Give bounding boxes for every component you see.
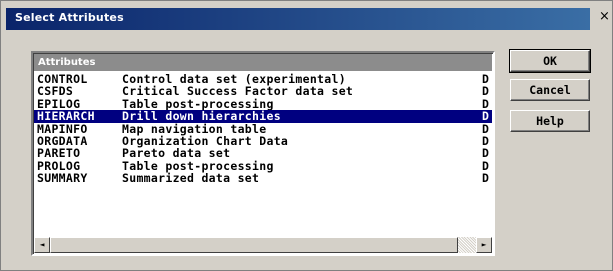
select-attributes-dialog: Select Attributes × Attributes CONTROL Co… [0, 0, 613, 271]
dialog-title: Select Attributes [15, 11, 124, 24]
attribute-flag: D [482, 109, 490, 124]
attribute-description: Summarized data set [122, 171, 260, 186]
list-item[interactable]: SUMMARY Summarized data set D [34, 171, 492, 186]
arrow-left-icon[interactable]: ◄ [34, 237, 50, 253]
attribute-flag: D [482, 84, 490, 99]
close-icon[interactable]: × [597, 9, 612, 27]
attribute-name: SUMMARY [37, 171, 88, 186]
attribute-name: HIERARCH [37, 109, 95, 124]
attribute-name: CSFDS [37, 84, 74, 99]
cancel-button[interactable]: Cancel [510, 79, 590, 101]
attribute-flag: D [482, 146, 490, 161]
list-item[interactable]: PROLOG Table post-processing D [34, 159, 492, 172]
list-item[interactable]: CSFDS Critical Success Factor data set D [34, 84, 492, 99]
list-item[interactable]: ORGDATA Organization Chart Data D [34, 135, 492, 148]
arrow-right-icon[interactable]: ► [476, 237, 492, 253]
list-item[interactable]: PARETO Pareto data set D [34, 146, 492, 161]
attribute-description: Critical Success Factor data set [122, 84, 354, 99]
ok-button[interactable]: OK [509, 49, 591, 73]
attribute-name: PARETO [37, 146, 81, 161]
horizontal-scrollbar[interactable]: ◄ ► [34, 237, 492, 253]
list-item[interactable]: HIERARCH Drill down hierarchies D [34, 109, 492, 124]
attribute-description: Drill down hierarchies [122, 109, 281, 124]
help-button[interactable]: Help [510, 110, 590, 132]
attribute-rows: CONTROL Control data set (experimental) D C… [34, 73, 492, 185]
attribute-description: Pareto data set [122, 146, 231, 161]
title-bar[interactable]: Select Attributes [6, 8, 590, 30]
scroll-thumb[interactable] [50, 237, 458, 253]
attribute-flag: D [482, 171, 490, 186]
list-header: Attributes [34, 54, 492, 71]
attributes-listbox[interactable]: Attributes CONTROL Control data set (expe… [31, 51, 495, 256]
